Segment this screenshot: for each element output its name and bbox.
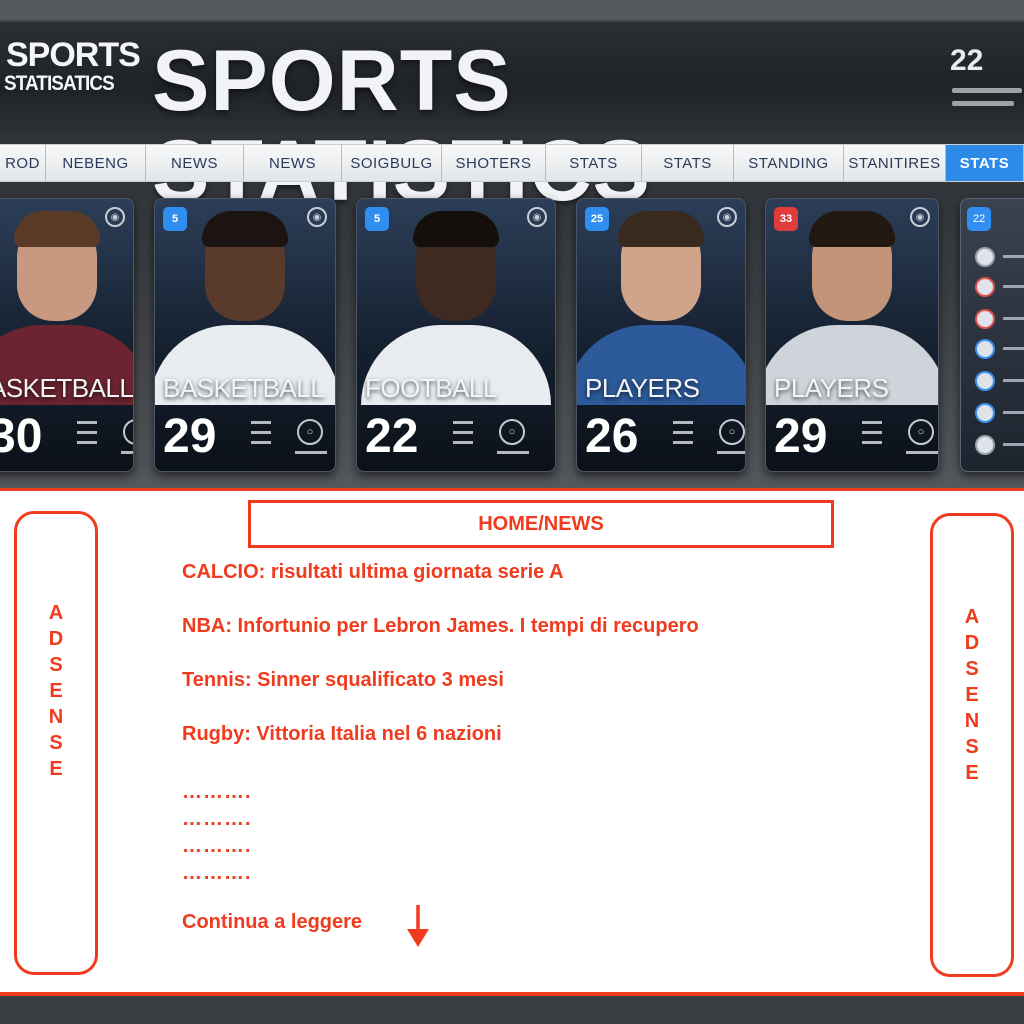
news-placeholder-dots: ………. ………. ………. ………. — [182, 781, 252, 889]
page-title: SPORTS STATISTICS — [152, 33, 650, 216]
player-photo — [361, 207, 551, 405]
news-item[interactable]: NBA: Infortunio per Lebron James. I temp… — [182, 615, 699, 638]
side-panel-badge: 22 — [967, 207, 991, 231]
card-number: 22 — [365, 410, 419, 463]
stat-ring-icon[interactable]: ○ — [499, 419, 525, 445]
ad-slot-left[interactable]: ADSENSE — [14, 511, 98, 975]
news-item[interactable]: Tennis: Sinner squalificato 3 mesi — [182, 669, 504, 692]
ad-slot-left-label: ADSENSE — [48, 602, 64, 780]
nav-tab-nebeng[interactable]: NEBENG — [46, 145, 146, 181]
ad-slot-right[interactable]: ADSENSE — [930, 513, 1014, 977]
side-panel-row[interactable] — [969, 247, 1024, 267]
player-card[interactable]: 33 ◉ PLAYERS 29 ○ — [765, 198, 939, 472]
read-more-link[interactable]: Continua a leggere — [182, 911, 362, 934]
section-header: HOME/NEWS — [248, 500, 834, 548]
card-number: 30 — [0, 410, 43, 463]
stat-ring-label — [121, 451, 133, 454]
card-stat-lines — [77, 421, 101, 451]
player-photo — [155, 207, 335, 405]
nav-tab-stats[interactable]: STATS — [642, 145, 734, 181]
player-card[interactable]: 5 ◉ FOOTBALL 22 ○ — [356, 198, 556, 472]
stat-ring-label — [497, 451, 529, 454]
card-stat-lines — [862, 421, 886, 451]
nav-tab-stanitires[interactable]: STANITIRES — [844, 145, 946, 181]
card-badge: 33 — [774, 207, 798, 231]
header-meta — [952, 88, 1022, 114]
settings-icon[interactable]: ◉ — [307, 207, 327, 227]
side-panel-row[interactable] — [969, 403, 1024, 423]
brand-logo[interactable]: SPORTS STATISATICS — [0, 34, 141, 106]
placeholder-dots: ………. — [182, 862, 252, 884]
stat-ring-icon[interactable]: ○ — [719, 419, 745, 445]
placeholder-dots: ………. — [182, 808, 252, 830]
card-sport-label: ASKETBALL — [0, 373, 134, 403]
side-panel-row[interactable] — [969, 371, 1024, 391]
stat-ring-label — [295, 451, 327, 454]
settings-icon[interactable]: ◉ — [717, 207, 737, 227]
settings-icon[interactable]: ◉ — [910, 207, 930, 227]
card-stat-lines — [673, 421, 697, 451]
arrow-down-icon[interactable] — [404, 903, 432, 951]
featured-cards: 33 ◉ PLAYERS 29 ○ 25 ◉ PLAYERS 26 ○ 5 ◉ FOOTBALL 22 ○ 5… — [0, 198, 1024, 474]
card-sport-label: PLAYERS — [774, 373, 889, 403]
card-number: 26 — [585, 410, 639, 463]
main-content: ADSENSE ADSENSE HOME/NEWS CALCIO: risult… — [0, 488, 1024, 996]
player-photo — [766, 207, 938, 405]
nav-tab-soigbulg[interactable]: SOIGBULG — [342, 145, 442, 181]
card-stat-lines — [251, 421, 275, 451]
stat-ring-label — [906, 451, 938, 454]
news-item[interactable]: Rugby: Vittoria Italia nel 6 nazioni — [182, 723, 502, 746]
card-badge: 25 — [585, 207, 609, 231]
nav-tab-rod[interactable]: ROD — [0, 145, 46, 181]
card-stat-lines — [453, 421, 477, 451]
stats-side-panel[interactable]: 22 — [960, 198, 1024, 472]
stat-ring-label — [717, 451, 745, 454]
card-number: 29 — [163, 410, 217, 463]
side-panel-row[interactable] — [969, 277, 1024, 297]
nav-tab-stats[interactable]: STATS — [946, 145, 1024, 181]
card-badge: 5 — [365, 207, 389, 231]
stat-ring-icon[interactable]: ○ — [123, 419, 133, 445]
side-panel-row[interactable] — [969, 339, 1024, 359]
placeholder-dots: ………. — [182, 835, 252, 857]
news-item[interactable]: CALCIO: risultati ultima giornata serie … — [182, 561, 564, 584]
side-panel-row[interactable] — [969, 435, 1024, 455]
footer-strip — [0, 996, 1024, 1024]
main-nav: ROD NEBENG NEWS NEWS SOIGBULG SHOTERS STATS STA… — [0, 144, 1024, 182]
card-sport-label: PLAYERS — [585, 373, 700, 403]
card-badge: 5 — [163, 207, 187, 231]
nav-tab-news[interactable]: NEWS — [146, 145, 244, 181]
player-card[interactable]: 25 ◉ PLAYERS 26 ○ — [576, 198, 746, 472]
player-photo — [0, 207, 133, 405]
player-photo — [577, 207, 745, 405]
player-card[interactable]: 5 ◉ BASKETBALL 29 ○ — [154, 198, 336, 472]
nav-tab-standing[interactable]: STANDING — [734, 145, 844, 181]
card-sport-label: FOOTBALL — [365, 373, 497, 403]
header-banner: SPORTS STATISATICS SPORTS STATISTICS 22 … — [0, 0, 1024, 488]
stat-ring-icon[interactable]: ○ — [908, 419, 934, 445]
settings-icon[interactable]: ◉ — [105, 207, 125, 227]
placeholder-dots: ………. — [182, 781, 252, 803]
ad-slot-right-label: ADSENSE — [964, 606, 980, 784]
nav-tab-stats[interactable]: STATS — [546, 145, 642, 181]
nav-tab-news[interactable]: NEWS — [244, 145, 342, 181]
card-number: 29 — [774, 410, 828, 463]
brand-logo-line2: STATISATICS — [4, 72, 115, 95]
side-panel-row[interactable] — [969, 309, 1024, 329]
player-card[interactable]: ◉ ASKETBALL 30 ○ — [0, 198, 134, 472]
card-sport-label: BASKETBALL — [163, 373, 325, 403]
stat-ring-icon[interactable]: ○ — [297, 419, 323, 445]
header-number: 22 — [950, 44, 984, 77]
settings-icon[interactable]: ◉ — [527, 207, 547, 227]
brand-logo-line1: SPORTS — [6, 36, 141, 74]
nav-tab-shoters[interactable]: SHOTERS — [442, 145, 546, 181]
